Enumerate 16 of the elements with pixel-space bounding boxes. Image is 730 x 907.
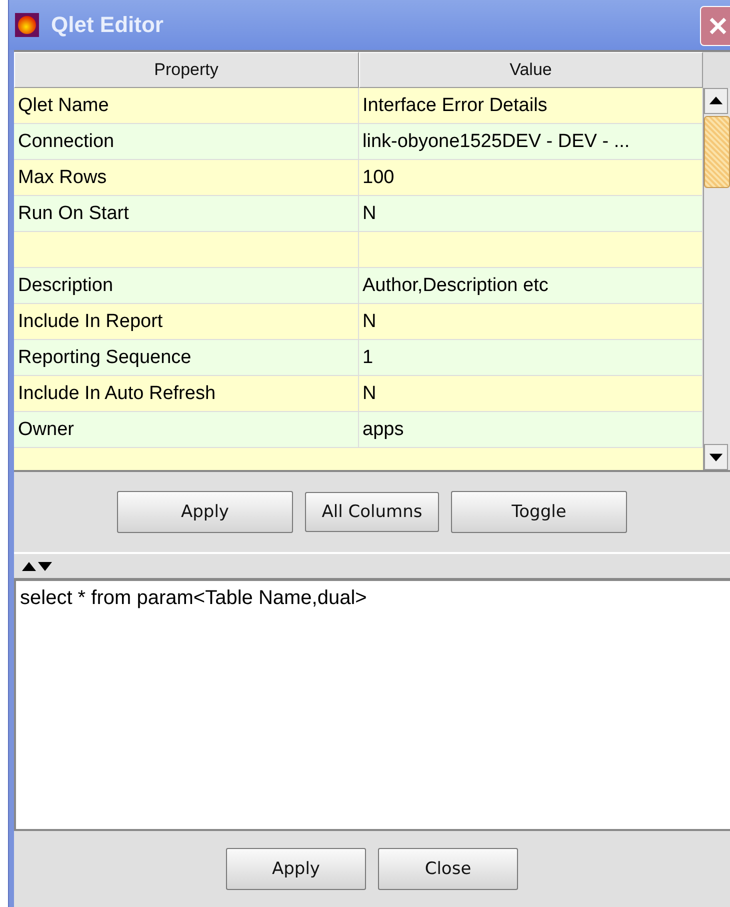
- close-button[interactable]: [700, 6, 730, 46]
- scroll-down-icon[interactable]: [704, 444, 728, 470]
- column-header[interactable]: Property: [14, 52, 358, 88]
- vertical-scrollbar[interactable]: [703, 88, 730, 470]
- query-editor[interactable]: select * from param<Table Name,dual>: [14, 581, 730, 829]
- table-action-button[interactable]: All Columns: [305, 492, 439, 532]
- window-title: Qlet Editor: [51, 12, 164, 38]
- close-icon: [707, 15, 729, 37]
- scroll-up-icon[interactable]: [704, 88, 728, 114]
- scroll-thumb[interactable]: [704, 116, 730, 188]
- column-header[interactable]: Value: [358, 52, 703, 88]
- dialog-button[interactable]: Close: [378, 848, 518, 890]
- table-action-button[interactable]: Apply: [117, 491, 293, 533]
- dialog-button[interactable]: Apply: [226, 848, 366, 890]
- table-action-button[interactable]: Toggle: [451, 491, 627, 533]
- app-icon: [15, 13, 39, 37]
